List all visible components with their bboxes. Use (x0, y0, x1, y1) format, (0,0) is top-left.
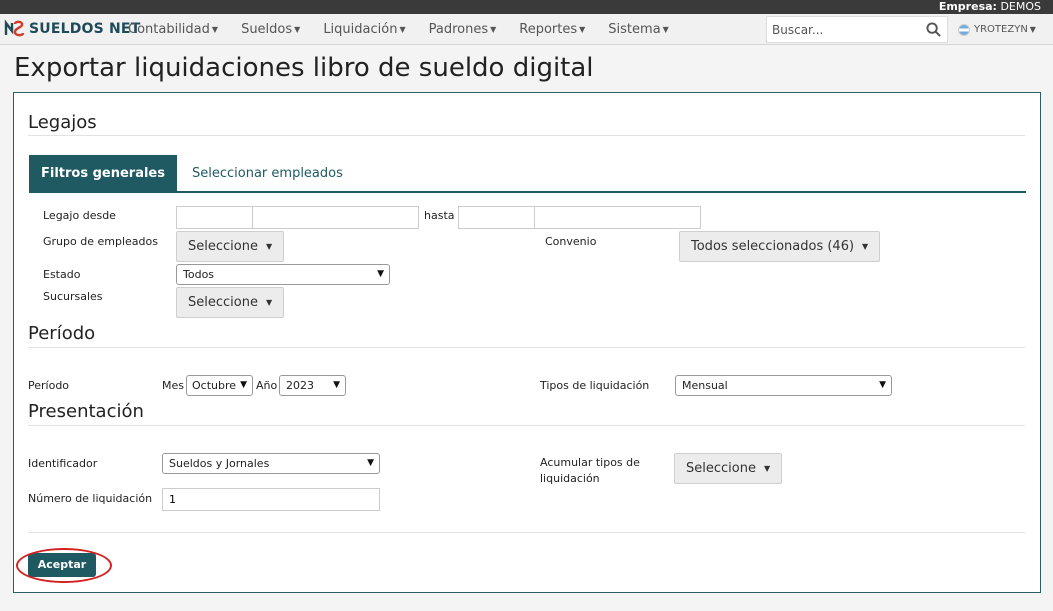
caret-down-icon: ▼ (490, 25, 497, 34)
grupo-empleados-label: Grupo de empleados (43, 235, 158, 248)
caret-down-icon: ▼ (211, 25, 219, 34)
anio-label: Año (256, 379, 278, 392)
periodo-label: Período (28, 379, 70, 392)
caret-down-icon: ▼ (662, 25, 669, 34)
numero-liquidacion-input[interactable] (162, 488, 380, 511)
menu-label: Padrones (428, 22, 489, 37)
user-name: YROTEZYN (974, 24, 1028, 35)
menu-liquidacion[interactable]: Liquidación ▼ (313, 14, 415, 45)
menu-sistema[interactable]: Sistema ▼ (598, 14, 679, 45)
caret-down-icon: ▼ (399, 25, 406, 34)
menu-label: Reportes (519, 22, 578, 37)
search-box (766, 16, 948, 43)
caret-down-icon: ▼ (862, 242, 869, 251)
chevron-down-icon: ▼ (240, 380, 247, 390)
legajo-hasta-name-input[interactable] (534, 206, 701, 229)
menu-contabilidad[interactable]: Contabilidad ▼ (118, 14, 228, 45)
chevron-down-icon: ▼ (377, 269, 384, 279)
export-form-panel: Legajos Filtros generales Seleccionar em… (13, 92, 1041, 593)
estado-select[interactable]: Todos ▼ (176, 264, 390, 285)
tab-underline (29, 191, 1026, 193)
search-icon[interactable] (926, 22, 941, 37)
divider (28, 532, 1025, 533)
dropdown-value: Seleccione (188, 295, 258, 310)
acumular-tipos-dropdown[interactable]: Seleccione ▼ (674, 453, 783, 484)
menu-label: Sueldos (241, 22, 293, 37)
grupo-empleados-dropdown[interactable]: Seleccione ▼ (176, 231, 285, 262)
select-value: 2023 (286, 379, 314, 392)
company-value: DEMOS (1000, 0, 1041, 13)
dropdown-value: Todos seleccionados (46) (691, 239, 855, 254)
legajo-desde-name-input[interactable] (252, 206, 419, 229)
chevron-down-icon: ▼ (879, 380, 886, 390)
accept-button[interactable]: Aceptar (28, 553, 96, 577)
select-value: Sueldos y Jornales (169, 457, 270, 470)
caret-down-icon: ▼ (294, 25, 301, 34)
legajo-desde-label: Legajo desde (43, 209, 116, 222)
select-value: Mensual (682, 379, 728, 392)
menu-label: Liquidación (323, 22, 398, 37)
section-title-presentacion: Presentación (28, 401, 144, 422)
mes-select[interactable]: Octubre ▼ (186, 375, 253, 396)
numero-liquidacion-label: Número de liquidación (28, 492, 153, 505)
mes-label: Mes (162, 379, 184, 392)
section-title-legajos: Legajos (28, 112, 97, 133)
user-menu[interactable]: YROTEZYN ▼ (958, 14, 1036, 45)
tipos-liquidacion-label: Tipos de liquidación (540, 379, 650, 392)
caret-down-icon: ▼ (579, 25, 586, 34)
tipos-liquidacion-select[interactable]: Mensual ▼ (675, 375, 892, 396)
select-value: Todos (183, 268, 215, 281)
hasta-label: hasta (424, 209, 455, 222)
company-label: Empresa: (938, 0, 997, 13)
caret-down-icon: ▼ (265, 242, 273, 251)
divider (28, 425, 1025, 426)
legajo-desde-code-input[interactable] (176, 206, 253, 229)
convenio-dropdown[interactable]: Todos seleccionados (46) ▼ (679, 231, 881, 262)
divider (28, 135, 1025, 136)
caret-down-icon: ▼ (1029, 25, 1036, 34)
menu-sueldos[interactable]: Sueldos ▼ (231, 14, 310, 45)
anio-select[interactable]: 2023 ▼ (279, 375, 346, 396)
menu-reportes[interactable]: Reportes ▼ (509, 14, 595, 45)
argentina-flag-icon (958, 23, 970, 36)
page-title: Exportar liquidaciones libro de sueldo d… (14, 53, 594, 83)
dropdown-value: Seleccione (188, 239, 258, 254)
convenio-label: Convenio (545, 235, 597, 248)
dropdown-value: Seleccione (686, 461, 756, 476)
company-bar: Empresa: DEMOS (0, 0, 1053, 14)
menu-label: Contabilidad (128, 22, 210, 37)
navbar: SUELDOS NET Contabilidad ▼ Sueldos ▼ Liqui… (0, 14, 1053, 45)
sucursales-label: Sucursales (43, 290, 103, 303)
caret-down-icon: ▼ (265, 298, 273, 307)
section-title-periodo: Período (28, 323, 96, 344)
legajo-hasta-code-input[interactable] (458, 206, 535, 229)
select-value: Octubre (192, 379, 237, 392)
caret-down-icon: ▼ (763, 464, 771, 473)
divider (28, 347, 1025, 348)
search-input[interactable] (767, 17, 917, 42)
chevron-down-icon: ▼ (333, 380, 340, 390)
tab-filtros-generales[interactable]: Filtros generales (29, 155, 177, 192)
tab-seleccionar-empleados[interactable]: Seleccionar empleados (192, 155, 343, 192)
acumular-label-line-2: liquidación (540, 472, 600, 485)
chevron-down-icon: ▼ (367, 458, 374, 468)
identificador-select[interactable]: Sueldos y Jornales ▼ (162, 453, 380, 474)
acumular-label-line-1: Acumular tipos de (540, 456, 640, 469)
menu-label: Sistema (608, 22, 661, 37)
main-menu: Contabilidad ▼ Sueldos ▼ Liquidación ▼ Padr… (118, 14, 682, 45)
estado-label: Estado (43, 268, 81, 281)
brand-logo-icon (4, 19, 25, 37)
sucursales-dropdown[interactable]: Seleccione ▼ (176, 287, 285, 318)
menu-padrones[interactable]: Padrones ▼ (419, 14, 507, 45)
identificador-label: Identificador (28, 457, 98, 470)
